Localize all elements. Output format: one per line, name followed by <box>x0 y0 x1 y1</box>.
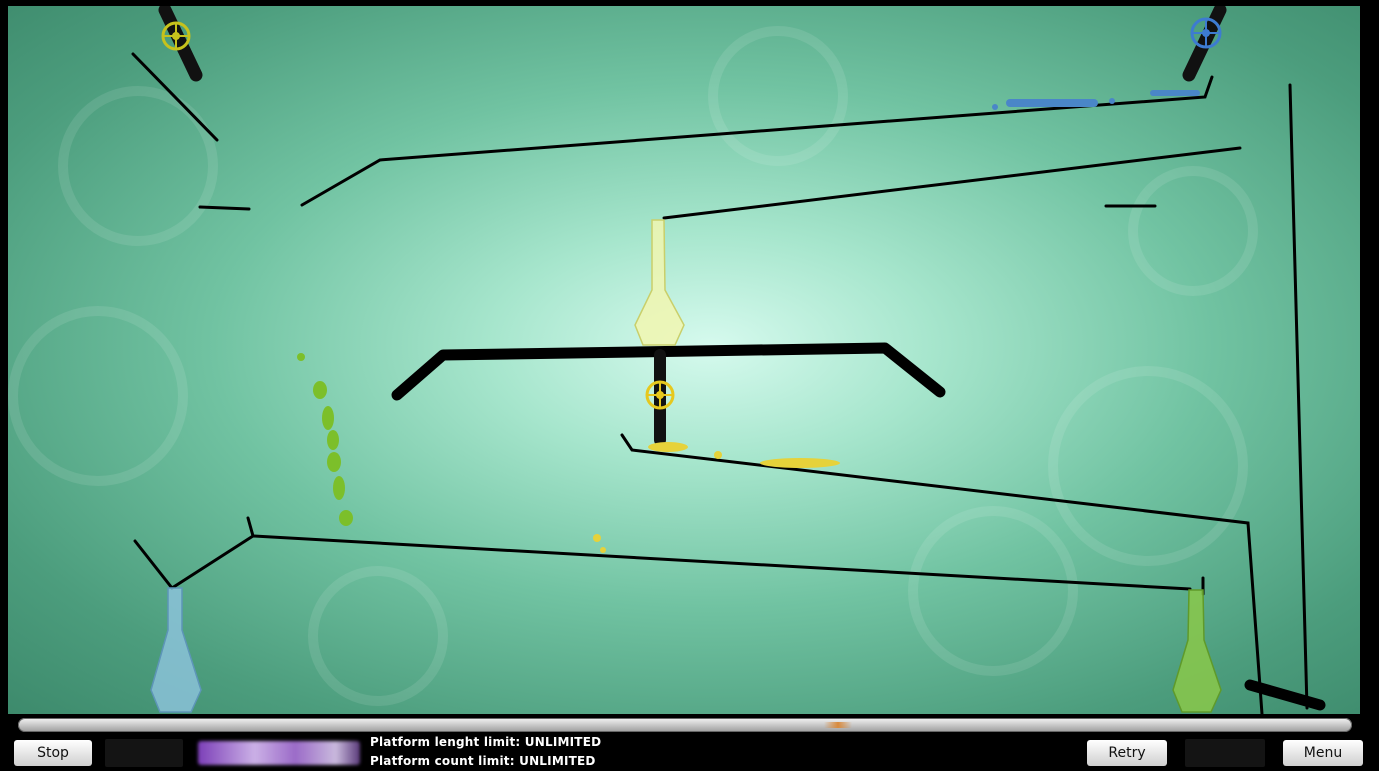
vase-green <box>1172 589 1222 713</box>
drawn-platform[interactable] <box>391 342 946 401</box>
platform[interactable] <box>133 516 255 590</box>
platform-limits: Platform lenght limit: UNLIMITED Platfor… <box>370 733 601 771</box>
green-liquid <box>297 353 353 526</box>
empty-slot <box>1185 739 1265 767</box>
valve-wheel-icon[interactable] <box>1190 17 1222 49</box>
level-progress-bar <box>18 718 1352 732</box>
platform[interactable] <box>251 534 1192 591</box>
platform-count-limit: Platform count limit: UNLIMITED <box>370 754 596 768</box>
vase-yellow <box>634 219 685 346</box>
pipe-green <box>158 6 203 82</box>
retry-button[interactable]: Retry <box>1087 740 1167 766</box>
platform[interactable] <box>300 75 1214 207</box>
progress-marker <box>824 722 852 728</box>
menu-button[interactable]: Menu <box>1283 740 1363 766</box>
platform[interactable] <box>131 52 219 142</box>
game-playfield[interactable] <box>8 6 1360 714</box>
yellow-liquid <box>593 442 840 553</box>
valve-wheel-icon[interactable] <box>161 21 191 51</box>
stop-button[interactable]: Stop <box>14 740 92 766</box>
platform[interactable] <box>1288 83 1309 710</box>
valve-wheel-icon[interactable] <box>645 380 675 410</box>
bottom-hud: Stop Platform lenght limit: UNLIMITED Pl… <box>0 714 1379 771</box>
platform-length-limit: Platform lenght limit: UNLIMITED <box>370 735 602 749</box>
platform[interactable] <box>198 205 251 211</box>
vase-blue <box>150 587 202 713</box>
liquid-meter <box>198 741 360 765</box>
game-scene[interactable] <box>8 6 1360 714</box>
empty-slot <box>105 739 183 767</box>
